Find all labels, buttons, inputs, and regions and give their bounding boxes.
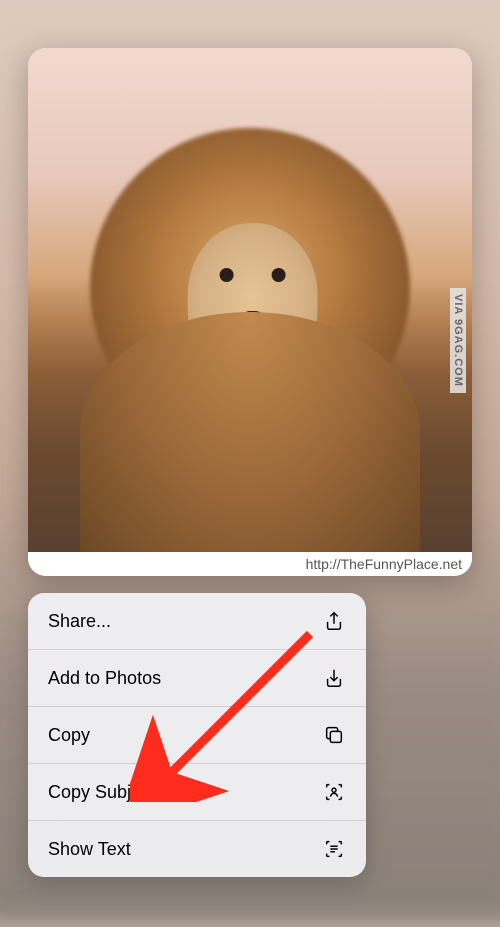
menu-item-label: Show Text	[48, 839, 131, 860]
image-content	[80, 312, 420, 552]
menu-item-copy-subject[interactable]: Copy Subject	[28, 764, 366, 821]
menu-item-add-to-photos[interactable]: Add to Photos	[28, 650, 366, 707]
share-icon	[322, 609, 346, 633]
menu-item-share[interactable]: Share...	[28, 593, 366, 650]
context-menu: Share... Add to Photos Copy Copy Subject…	[28, 593, 366, 877]
menu-item-show-text[interactable]: Show Text	[28, 821, 366, 877]
copy-icon	[322, 723, 346, 747]
download-icon	[322, 666, 346, 690]
watermark-bottom: http://TheFunnyPlace.net	[28, 552, 472, 576]
subject-icon	[322, 780, 346, 804]
menu-item-label: Add to Photos	[48, 668, 161, 689]
menu-item-label: Copy Subject	[48, 782, 155, 803]
image-preview-card[interactable]: VIA 9GAG.COM http://TheFunnyPlace.net	[28, 48, 472, 576]
menu-item-label: Copy	[48, 725, 90, 746]
preview-image: VIA 9GAG.COM	[28, 48, 472, 552]
watermark-side: VIA 9GAG.COM	[450, 288, 466, 393]
menu-item-copy[interactable]: Copy	[28, 707, 366, 764]
menu-item-label: Share...	[48, 611, 111, 632]
text-scan-icon	[322, 837, 346, 861]
